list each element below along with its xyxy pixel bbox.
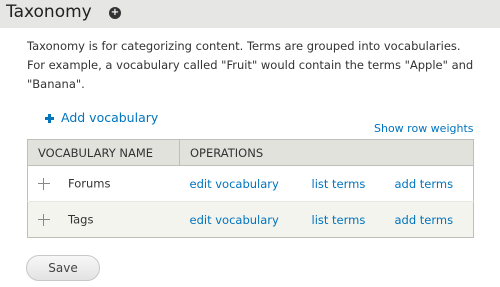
vocabulary-name: Forums — [68, 176, 111, 191]
operations-cell: edit vocabulary list terms add terms — [179, 165, 474, 202]
add-shortcut-icon[interactable]: + — [109, 7, 121, 19]
add-terms-link[interactable]: add terms — [395, 177, 454, 191]
column-header-vocabulary-name: VOCABULARY NAME — [27, 139, 180, 166]
vocabulary-name: Tags — [68, 212, 94, 227]
edit-vocabulary-link[interactable]: edit vocabulary — [190, 213, 312, 227]
drag-handle-icon[interactable] — [38, 213, 50, 226]
vocabulary-table: VOCABULARY NAME OPERATIONS Forums edit v… — [27, 139, 474, 238]
plus-icon — [45, 113, 54, 123]
page-title: Taxonomy — [6, 2, 92, 22]
add-vocabulary-label: Add vocabulary — [61, 110, 159, 125]
vocabulary-name-cell: Forums — [27, 165, 180, 202]
table-row: Tags edit vocabulary list terms add terms — [27, 201, 474, 238]
list-terms-link[interactable]: list terms — [312, 213, 395, 227]
page-header: Taxonomy + — [0, 0, 500, 28]
list-terms-link[interactable]: list terms — [312, 177, 395, 191]
vocabulary-name-cell: Tags — [27, 201, 180, 238]
show-row-weights-link[interactable]: Show row weights — [374, 121, 474, 136]
add-vocabulary-link[interactable]: Add vocabulary — [45, 109, 158, 127]
operations-cell: edit vocabulary list terms add terms — [179, 201, 474, 238]
edit-vocabulary-link[interactable]: edit vocabulary — [190, 177, 312, 191]
taxonomy-description: Taxonomy is for categorizing content. Te… — [27, 39, 474, 91]
table-header-row: VOCABULARY NAME OPERATIONS — [27, 139, 474, 166]
table-row: Forums edit vocabulary list terms add term… — [27, 165, 474, 202]
drag-handle-icon[interactable] — [38, 177, 50, 190]
save-button[interactable]: Save — [26, 255, 100, 281]
add-terms-link[interactable]: add terms — [395, 213, 454, 227]
column-header-operations: OPERATIONS — [179, 139, 474, 166]
